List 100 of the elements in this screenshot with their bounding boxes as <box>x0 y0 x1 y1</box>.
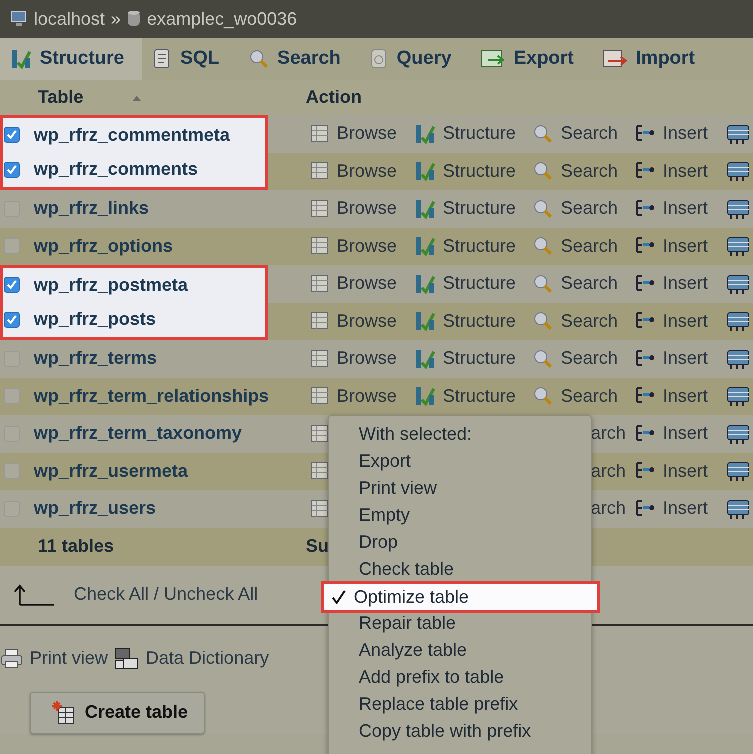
column-header[interactable]: Table <box>0 87 142 108</box>
browse-link[interactable]: Browse <box>337 123 398 144</box>
table-icon[interactable] <box>726 348 749 370</box>
menu-item[interactable]: Replace table prefix <box>329 691 591 718</box>
table-icon[interactable] <box>726 235 749 258</box>
search-link[interactable]: Search <box>561 236 618 257</box>
browse-link[interactable]: Browse <box>337 273 398 294</box>
search-link[interactable]: Search <box>561 273 618 294</box>
menu-item[interactable]: Analyze table <box>329 637 591 664</box>
menu-heading: With selected: <box>359 424 472 445</box>
magnifier-icon <box>248 48 270 70</box>
table-name-link[interactable]: wp_rfrz_usermeta <box>34 460 188 482</box>
check-icon <box>331 589 347 605</box>
table-icon[interactable] <box>726 422 749 445</box>
structure-link[interactable]: Structure <box>443 348 516 370</box>
insert-link[interactable]: Insert <box>663 348 708 370</box>
structure-link[interactable]: Structure <box>443 386 516 407</box>
table-name-link[interactable]: wp_rfrz_users <box>34 498 156 520</box>
structure-link[interactable]: Structure <box>443 236 516 257</box>
server-link[interactable]: localhost <box>34 8 106 30</box>
search-link[interactable]: Search <box>561 348 618 370</box>
insert-link[interactable]: Insert <box>663 386 708 407</box>
magnifier-icon <box>532 198 554 220</box>
insert-link[interactable]: Insert <box>663 498 708 520</box>
table-icon[interactable] <box>726 310 749 332</box>
table-grid-icon <box>310 498 330 519</box>
search-link[interactable]: Search <box>561 123 618 144</box>
menu-item[interactable]: Repair table <box>329 610 591 637</box>
insert-link[interactable]: Insert <box>663 160 708 182</box>
database-link[interactable]: examplec_wo0036 <box>147 8 298 30</box>
search-link[interactable]: arch <box>590 460 626 482</box>
search-link[interactable]: Search <box>561 386 618 407</box>
structure-link[interactable]: Structure <box>443 273 516 294</box>
browse-link[interactable]: Browse <box>337 310 398 332</box>
search-link[interactable]: arch <box>590 498 626 520</box>
table-grid-icon <box>310 274 330 294</box>
menu-item[interactable]: Print view <box>329 475 591 502</box>
browse-link[interactable]: Browse <box>337 160 398 182</box>
tab[interactable]: Search <box>238 38 359 80</box>
structure-link[interactable]: Structure <box>443 123 516 144</box>
table-icon[interactable] <box>726 272 749 295</box>
table-name-link[interactable]: wp_rfrz_term_relationships <box>34 386 270 407</box>
table-icon[interactable] <box>726 122 749 145</box>
search-link[interactable]: arch <box>590 423 626 444</box>
menu-item[interactable]: Check table <box>329 556 591 583</box>
search-link[interactable]: Search <box>561 310 618 332</box>
insert-link[interactable]: Insert <box>663 123 708 144</box>
checkbox[interactable] <box>4 312 20 328</box>
checkbox[interactable] <box>4 127 20 144</box>
table-name-link[interactable]: wp_rfrz_options <box>34 236 174 257</box>
browse-link[interactable]: Browse <box>337 236 398 257</box>
browse-link[interactable]: Browse <box>337 198 398 220</box>
check-all-link[interactable]: Check All / Uncheck All <box>74 584 258 605</box>
menu-item[interactable]: Empty <box>329 502 591 529</box>
checkbox[interactable] <box>4 238 20 254</box>
menu-item[interactable]: Optimize table <box>321 581 600 613</box>
checkbox[interactable] <box>4 277 20 294</box>
tab[interactable]: Query <box>358 38 470 80</box>
structure-icon <box>414 310 436 332</box>
menu-item[interactable]: Export <box>329 448 591 475</box>
insert-link[interactable]: Insert <box>663 236 708 257</box>
tab[interactable]: Import <box>592 38 714 80</box>
tables-icon <box>114 646 140 670</box>
table-icon[interactable] <box>726 198 749 220</box>
insert-link[interactable]: Insert <box>663 460 708 482</box>
structure-link[interactable]: Structure <box>443 198 516 220</box>
insert-link[interactable]: Insert <box>663 310 708 332</box>
checkbox[interactable] <box>4 162 20 178</box>
magnifier-icon <box>532 310 554 332</box>
table-name-link[interactable]: wp_rfrz_terms <box>34 348 158 370</box>
dictionary-link[interactable]: Data Dictionary <box>146 648 270 669</box>
table-grid-icon <box>310 424 330 444</box>
column-header[interactable]: Action <box>306 87 362 108</box>
table-icon[interactable] <box>726 385 749 408</box>
table-name-link[interactable]: wp_rfrz_term_taxonomy <box>34 423 242 444</box>
table-icon[interactable] <box>726 460 749 482</box>
structure-icon <box>414 160 436 182</box>
tab[interactable]: Structure <box>0 38 142 80</box>
browse-link[interactable]: Browse <box>337 386 398 407</box>
tab[interactable]: SQL <box>142 38 238 80</box>
checkbox[interactable] <box>4 388 20 404</box>
table-icon[interactable] <box>726 498 749 520</box>
table-grid-icon <box>310 124 330 144</box>
menu-item[interactable]: Drop <box>329 529 591 556</box>
print-link[interactable]: Print view <box>30 648 108 669</box>
search-link[interactable]: Search <box>561 198 618 220</box>
menu-item[interactable]: Copy table with prefix <box>329 718 591 745</box>
structure-link[interactable]: Structure <box>443 160 516 182</box>
insert-link[interactable]: Insert <box>663 423 708 444</box>
insert-link[interactable]: Insert <box>663 273 708 294</box>
menu-item[interactable]: Add prefix to table <box>329 664 591 691</box>
search-link[interactable]: Search <box>561 160 618 182</box>
table-name-link[interactable]: wp_rfrz_links <box>34 198 150 220</box>
checkbox[interactable] <box>4 463 20 480</box>
table-icon[interactable] <box>726 160 749 182</box>
browse-link[interactable]: Browse <box>337 348 398 370</box>
structure-link[interactable]: Structure <box>443 310 516 332</box>
create-table-button[interactable]: Create table <box>30 692 206 734</box>
tab[interactable]: Export <box>470 38 592 80</box>
insert-link[interactable]: Insert <box>663 198 708 220</box>
